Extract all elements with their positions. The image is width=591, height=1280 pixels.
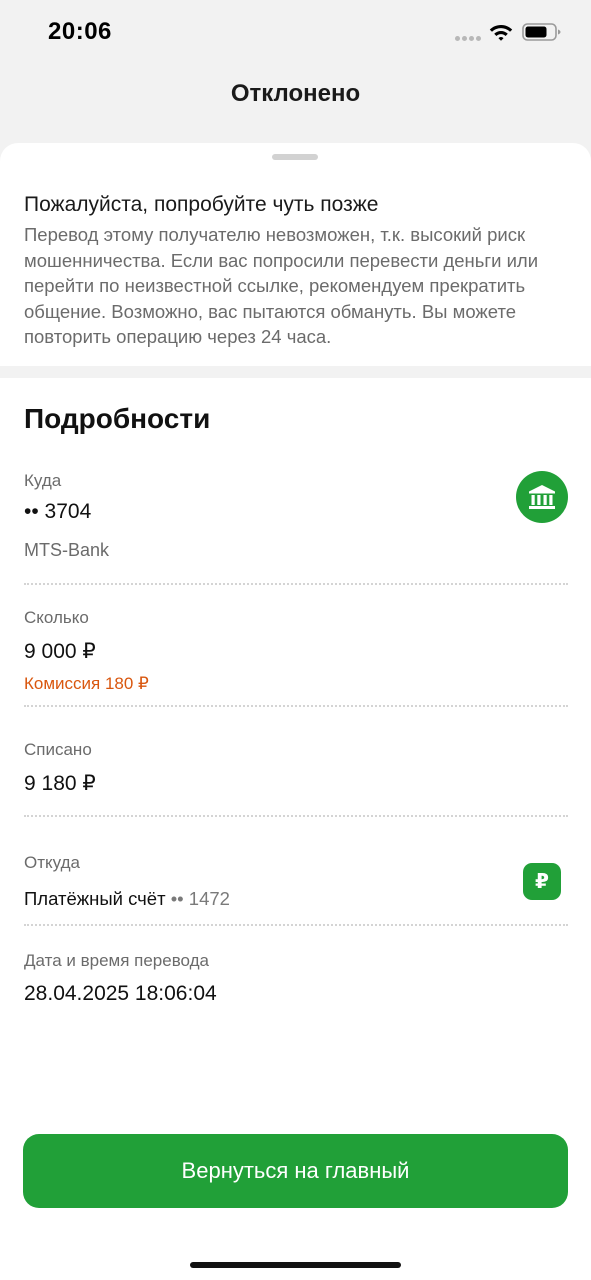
battery-icon <box>522 23 561 41</box>
debited-label: Списано <box>24 740 92 759</box>
warning-text: Перевод этому получателю невозможен, т.к… <box>24 224 539 348</box>
wifi-icon <box>489 25 513 41</box>
to-account-value: •• 3704 <box>24 500 92 523</box>
ruble-icon: ₽ <box>523 863 561 900</box>
commission-text: Комиссия 180 ₽ <box>24 674 149 693</box>
section-separator <box>0 366 591 378</box>
divider <box>24 815 568 817</box>
divider <box>24 583 568 585</box>
sheet-grabber-handle[interactable] <box>272 154 318 160</box>
amount-value: 9 000 ₽ <box>24 640 96 663</box>
bank-icon <box>516 471 568 523</box>
status-time: 20:06 <box>48 18 112 45</box>
home-indicator <box>190 1262 401 1268</box>
warning-heading: Пожалуйста, попробуйте чуть позже <box>24 193 379 216</box>
amount-label: Сколько <box>24 608 89 627</box>
status-bar: 20:06 <box>0 0 591 64</box>
datetime-value: 28.04.2025 18:06:04 <box>24 982 217 1005</box>
to-bank-name: MTS-Bank <box>24 540 110 560</box>
return-home-button[interactable]: Вернуться на главный <box>23 1134 568 1208</box>
from-label: Откуда <box>24 853 80 872</box>
datetime-label: Дата и время перевода <box>24 951 210 970</box>
from-account-name: Платёжный счёт <box>24 888 166 909</box>
details-title: Подробности <box>24 403 211 434</box>
cellular-signal-icon <box>455 36 482 41</box>
page-title: Отклонено <box>230 80 361 107</box>
debited-value: 9 180 ₽ <box>24 772 96 795</box>
to-label: Куда <box>24 471 62 490</box>
from-account-masked: •• 1472 <box>170 888 230 909</box>
from-account: Платёжный счёт •• 1472 <box>24 888 230 910</box>
divider <box>24 705 568 707</box>
divider <box>24 924 568 926</box>
